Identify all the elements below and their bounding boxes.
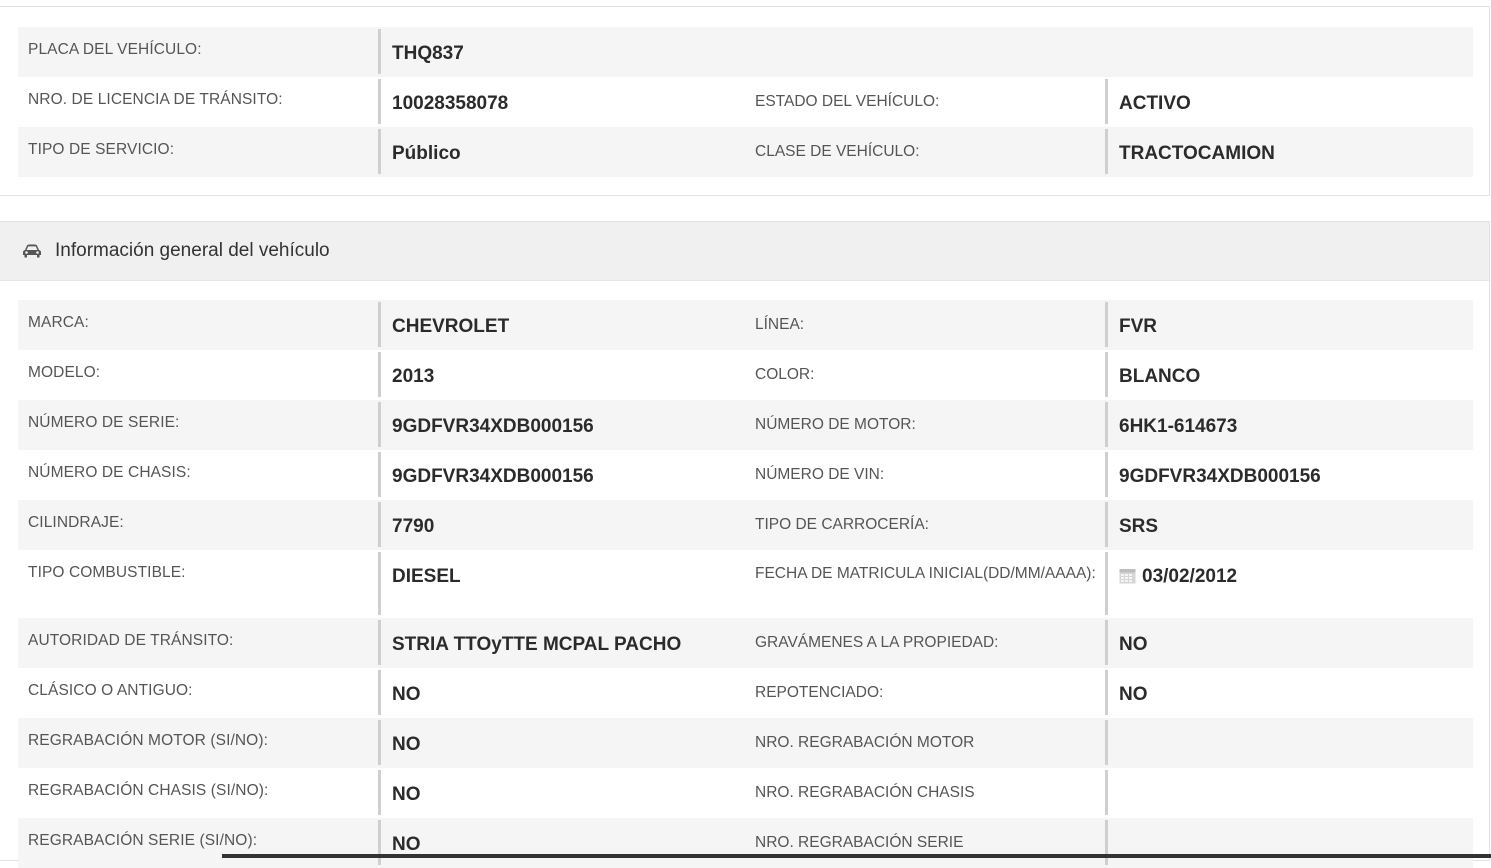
- motor-label: NÚMERO DE MOTOR:: [755, 416, 916, 433]
- servicio-value: Público: [378, 129, 745, 174]
- table-row: REGRABACIÓN MOTOR (SI/NO): NO NRO. REGRA…: [18, 718, 1473, 768]
- table-row: CILINDRAJE: 7790 TIPO DE CARROCERÍA: SRS: [18, 500, 1473, 550]
- linea-label: LÍNEA:: [755, 316, 805, 333]
- motor-value: 6HK1-614673: [1105, 402, 1473, 447]
- general-info-panel: Información general del vehículo MARCA: …: [0, 221, 1490, 868]
- horizontal-scrollbar[interactable]: [222, 854, 1491, 858]
- marca-label: MARCA:: [28, 314, 89, 331]
- combustible-label: TIPO COMBUSTIBLE:: [28, 564, 186, 581]
- vehicle-summary-panel: PLACA DEL VEHÍCULO: THQ837 NRO. DE LICEN…: [0, 6, 1490, 196]
- placa-label: PLACA DEL VEHÍCULO:: [28, 41, 202, 58]
- regrabacion-motor-value: NO: [378, 720, 745, 765]
- table-row: NÚMERO DE CHASIS: 9GDFVR34XDB000156 NÚME…: [18, 450, 1473, 500]
- licencia-value: 10028358078: [378, 79, 745, 124]
- carroceria-value: SRS: [1105, 502, 1473, 547]
- carroceria-label: TIPO DE CARROCERÍA:: [755, 516, 929, 533]
- general-info-rows: MARCA: CHEVROLET LÍNEA: FVR MODELO: 2013…: [18, 300, 1473, 868]
- nro-regrabacion-serie-value: [1105, 820, 1473, 865]
- summary-row-placa: PLACA DEL VEHÍCULO: THQ837: [18, 27, 1473, 77]
- table-row: REGRABACIÓN SERIE (SI/NO): NO NRO. REGRA…: [18, 818, 1473, 868]
- car-icon: [22, 243, 42, 259]
- summary-rows: PLACA DEL VEHÍCULO: THQ837 NRO. DE LICEN…: [18, 27, 1473, 177]
- regrabacion-serie-value: NO: [378, 820, 745, 865]
- nro-regrabacion-chasis-value: [1105, 770, 1473, 815]
- serie-label: NÚMERO DE SERIE:: [28, 414, 180, 431]
- licencia-label: NRO. DE LICENCIA DE TRÁNSITO:: [28, 91, 283, 108]
- table-row: CLÁSICO O ANTIGUO: NO REPOTENCIADO: NO: [18, 668, 1473, 718]
- fecha-matricula-value-wrap: 03/02/2012: [1105, 552, 1473, 615]
- autoridad-value: STRIA TTOyTTE MCPAL PACHO: [378, 620, 745, 665]
- chasis-value: 9GDFVR34XDB000156: [378, 452, 745, 497]
- general-info-title: Información general del vehículo: [55, 240, 330, 261]
- calendar-icon: [1119, 567, 1136, 584]
- autoridad-label: AUTORIDAD DE TRÁNSITO:: [28, 632, 234, 649]
- regrabacion-motor-label: REGRABACIÓN MOTOR (SI/NO):: [28, 732, 268, 749]
- table-row: MODELO: 2013 COLOR: BLANCO: [18, 350, 1473, 400]
- color-label: COLOR:: [755, 366, 815, 383]
- linea-value: FVR: [1105, 302, 1473, 347]
- placa-value: THQ837: [378, 29, 1473, 74]
- cilindraje-label: CILINDRAJE:: [28, 514, 124, 531]
- combustible-value: DIESEL: [378, 552, 745, 615]
- modelo-value: 2013: [378, 352, 745, 397]
- vin-label: NÚMERO DE VIN:: [755, 466, 885, 483]
- table-row: AUTORIDAD DE TRÁNSITO: STRIA TTOyTTE MCP…: [18, 618, 1473, 668]
- color-value: BLANCO: [1105, 352, 1473, 397]
- nro-regrabacion-motor-value: [1105, 720, 1473, 765]
- table-row: TIPO COMBUSTIBLE: DIESEL FECHA DE MATRIC…: [18, 550, 1473, 618]
- table-row: MARCA: CHEVROLET LÍNEA: FVR: [18, 300, 1473, 350]
- clase-value: TRACTOCAMION: [1105, 129, 1473, 174]
- regrabacion-chasis-label: REGRABACIÓN CHASIS (SI/NO):: [28, 782, 269, 799]
- serie-value: 9GDFVR34XDB000156: [378, 402, 745, 447]
- fecha-matricula-label: FECHA DE MATRICULA INICIAL(DD/MM/AAAA):: [755, 565, 1096, 582]
- regrabacion-chasis-value: NO: [378, 770, 745, 815]
- servicio-label: TIPO DE SERVICIO:: [28, 141, 175, 158]
- repotenciado-label: REPOTENCIADO:: [755, 684, 884, 701]
- regrabacion-serie-label: REGRABACIÓN SERIE (SI/NO):: [28, 832, 258, 849]
- nro-regrabacion-chasis-label: NRO. REGRABACIÓN CHASIS: [755, 784, 975, 801]
- summary-row-licencia: NRO. DE LICENCIA DE TRÁNSITO: 1002835807…: [18, 77, 1473, 127]
- gravamenes-label: GRAVÁMENES A LA PROPIEDAD:: [755, 634, 999, 651]
- gravamenes-value: NO: [1105, 620, 1473, 665]
- estado-label: ESTADO DEL VEHÍCULO:: [755, 93, 940, 110]
- repotenciado-value: NO: [1105, 670, 1473, 715]
- vin-value: 9GDFVR34XDB000156: [1105, 452, 1473, 497]
- clasico-label: CLÁSICO O ANTIGUO:: [28, 682, 193, 699]
- general-info-header[interactable]: Información general del vehículo: [0, 222, 1489, 281]
- summary-row-servicio: TIPO DE SERVICIO: Público CLASE DE VEHÍC…: [18, 127, 1473, 177]
- marca-value: CHEVROLET: [378, 302, 745, 347]
- fecha-matricula-value: 03/02/2012: [1142, 566, 1238, 587]
- estado-value: ACTIVO: [1105, 79, 1473, 124]
- chasis-label: NÚMERO DE CHASIS:: [28, 464, 191, 481]
- table-row: REGRABACIÓN CHASIS (SI/NO): NO NRO. REGR…: [18, 768, 1473, 818]
- modelo-label: MODELO:: [28, 364, 101, 381]
- clase-label: CLASE DE VEHÍCULO:: [755, 143, 920, 160]
- table-row: NÚMERO DE SERIE: 9GDFVR34XDB000156 NÚMER…: [18, 400, 1473, 450]
- cilindraje-value: 7790: [378, 502, 745, 547]
- nro-regrabacion-serie-label: NRO. REGRABACIÓN SERIE: [755, 834, 964, 851]
- clasico-value: NO: [378, 670, 745, 715]
- nro-regrabacion-motor-label: NRO. REGRABACIÓN MOTOR: [755, 734, 975, 751]
